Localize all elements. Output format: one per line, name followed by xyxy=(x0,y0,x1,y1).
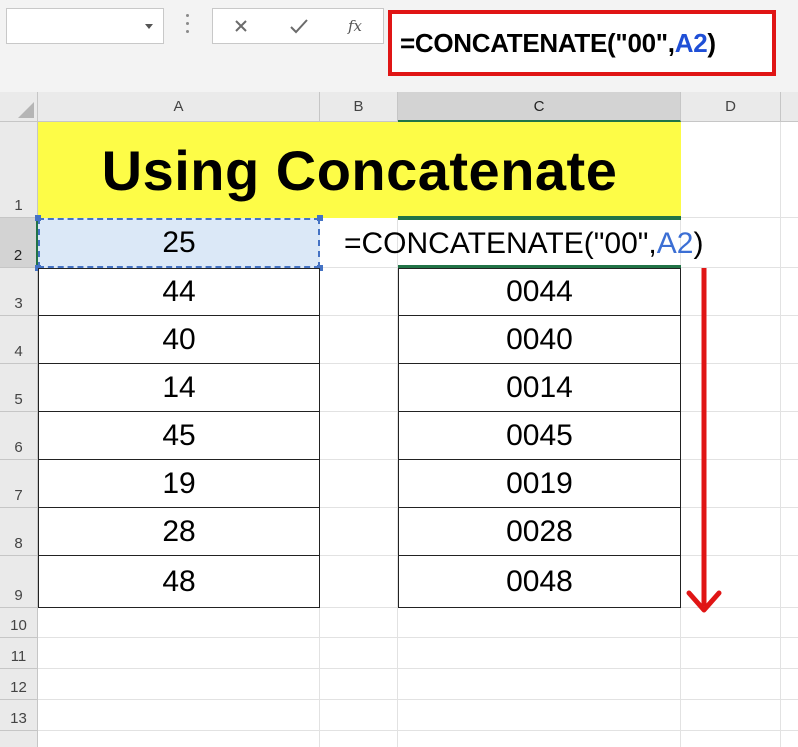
cell-c8[interactable]: 0028 xyxy=(398,508,681,556)
cell-c5[interactable]: 0014 xyxy=(398,364,681,412)
cell-a9[interactable]: 48 xyxy=(38,556,320,608)
cell-a2[interactable]: 25 xyxy=(38,218,320,268)
row-header-13[interactable]: 13 xyxy=(0,700,38,731)
cell-c3[interactable]: 0044 xyxy=(398,268,681,316)
cell-c2-formula[interactable]: =CONCATENATE("00", A2) xyxy=(344,224,703,264)
cell-a4[interactable]: 40 xyxy=(38,316,320,364)
column-header-a[interactable]: A xyxy=(38,92,320,122)
row-header-7[interactable]: 7 xyxy=(0,460,38,508)
row-header-12[interactable]: 12 xyxy=(0,669,38,700)
insert-function-icon[interactable]: fx xyxy=(327,9,383,43)
selection-handle[interactable] xyxy=(317,215,323,221)
cell-formula-prefix: =CONCATENATE("00", xyxy=(344,227,657,260)
select-all-corner[interactable] xyxy=(0,92,38,122)
row-header-10[interactable]: 10 xyxy=(0,608,38,638)
cell-a8[interactable]: 28 xyxy=(38,508,320,556)
cell-formula-suffix: ) xyxy=(693,227,704,260)
formula-ref: A2 xyxy=(674,28,708,58)
formula-input[interactable]: =CONCATENATE("00",A2) xyxy=(388,10,776,76)
cell-a6[interactable]: 45 xyxy=(38,412,320,460)
row-header-5[interactable]: 5 xyxy=(0,364,38,412)
selection-handle[interactable] xyxy=(35,215,41,221)
cell-c9[interactable]: 0048 xyxy=(398,556,681,608)
title-text: Using Concatenate xyxy=(101,138,618,202)
row-header-11[interactable]: 11 xyxy=(0,638,38,669)
row-header-4[interactable]: 4 xyxy=(0,316,38,364)
formula-suffix: ) xyxy=(707,28,716,58)
column-header-b[interactable]: B xyxy=(320,92,398,122)
cell-a5[interactable]: 14 xyxy=(38,364,320,412)
gridline xyxy=(780,122,781,747)
title-banner[interactable]: Using Concatenate xyxy=(38,122,681,218)
cell-c7[interactable]: 0019 xyxy=(398,460,681,508)
gridline xyxy=(38,637,798,638)
row-header-14[interactable] xyxy=(0,731,38,747)
down-arrow-icon xyxy=(684,268,724,618)
cell-c6[interactable]: 0045 xyxy=(398,412,681,460)
cell-formula-ref: A2 xyxy=(656,227,694,260)
formula-text: =CONCATENATE("00",A2) xyxy=(400,28,716,59)
cell-a3[interactable]: 44 xyxy=(38,268,320,316)
row-header-6[interactable]: 6 xyxy=(0,412,38,460)
row-header-3[interactable]: 3 xyxy=(0,268,38,316)
column-header-c[interactable]: C xyxy=(398,92,681,122)
row-header-1[interactable]: 1 xyxy=(0,122,38,218)
name-box[interactable] xyxy=(6,8,164,44)
gridline xyxy=(38,730,798,731)
row-header-8[interactable]: 8 xyxy=(0,508,38,556)
formula-buttons: fx xyxy=(212,8,384,44)
cancel-icon[interactable] xyxy=(213,9,269,43)
row-header-2[interactable]: 2 xyxy=(0,218,38,268)
cell-a7[interactable]: 19 xyxy=(38,460,320,508)
gridline xyxy=(38,699,798,700)
gridline xyxy=(38,668,798,669)
column-header-d[interactable]: D xyxy=(681,92,781,122)
cell-c4[interactable]: 0040 xyxy=(398,316,681,364)
row-header-9[interactable]: 9 xyxy=(0,556,38,608)
fx-label: fx xyxy=(347,17,362,35)
formula-prefix: =CONCATENATE("00", xyxy=(400,28,675,58)
dropdown-arrow-icon[interactable] xyxy=(145,24,153,29)
enter-icon[interactable] xyxy=(271,9,327,43)
formula-bar-splitter[interactable] xyxy=(186,14,190,38)
cell-c2-selection-top xyxy=(398,216,681,220)
